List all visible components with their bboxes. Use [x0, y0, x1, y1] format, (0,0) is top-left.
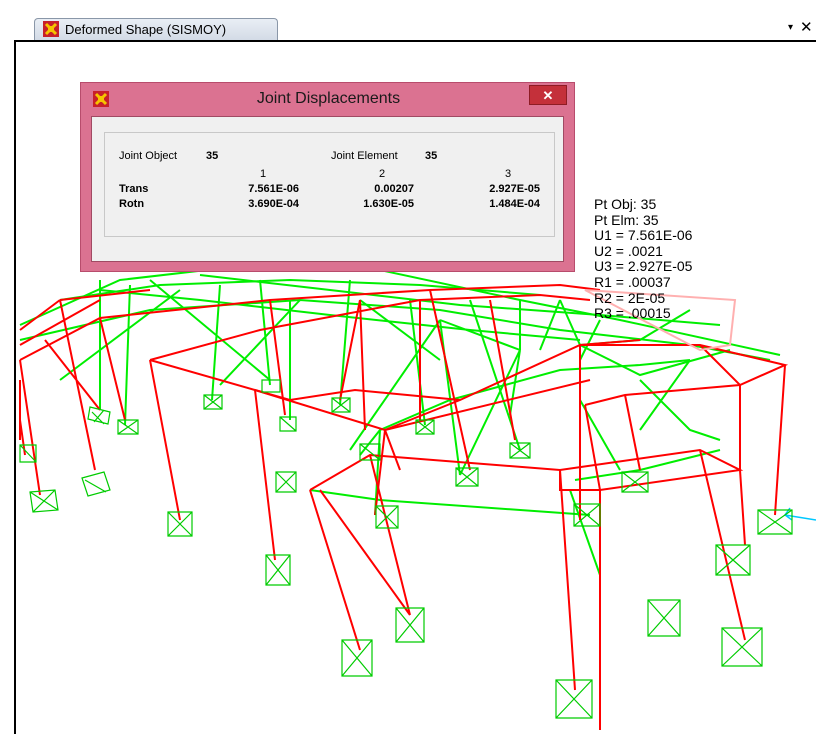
joint-displacements-dialog: Joint Displacements ✕ Joint Object 35 Jo… — [80, 82, 575, 272]
joint-element-value: 35 — [425, 150, 438, 162]
tab-label: Deformed Shape (SISMOY) — [65, 22, 227, 37]
row-label-rotn: Rotn — [119, 198, 145, 210]
tab-deformed-shape[interactable]: Deformed Shape (SISMOY) — [34, 18, 278, 40]
close-icon[interactable]: ✕ — [800, 18, 813, 36]
column-header-3: 3 — [505, 168, 512, 180]
rotn-value-1: 3.690E-04 — [248, 198, 299, 210]
readout-u3: U3 = 2.927E-05 — [594, 258, 693, 275]
rotn-value-3: 1.484E-04 — [489, 198, 540, 210]
point-info-readout: Pt Obj: 35 Pt Elm: 35 U1 = 7.561E-06 U2 … — [594, 196, 693, 322]
rotn-value-2: 1.630E-05 — [363, 198, 414, 210]
readout-u1: U1 = 7.561E-06 — [594, 227, 693, 244]
trans-value-3: 2.927E-05 — [489, 183, 540, 195]
readout-pt-elm: Pt Elm: 35 — [594, 211, 659, 228]
support-restraint-icon — [19, 379, 793, 719]
frame-members — [19, 283, 789, 730]
column-header-2: 2 — [379, 168, 386, 180]
dialog-title: Joint Displacements — [256, 90, 401, 107]
readout-r2: R2 = 2E-05 — [594, 289, 666, 306]
close-button[interactable]: ✕ — [529, 85, 567, 105]
readout-r3: R3 = .00015 — [594, 305, 671, 322]
dropdown-arrow-icon[interactable]: ▾ — [788, 22, 793, 33]
trans-value-1: 7.561E-06 — [248, 183, 299, 195]
joint-object-label: Joint Object — [119, 150, 178, 162]
readout-pt-obj: Pt Obj: 35 — [594, 196, 657, 212]
document-tab-bar: Deformed Shape (SISMOY) ▾ ✕ — [0, 0, 816, 40]
dialog-body: Joint Object 35 Joint Element 35 1 2 3 T… — [91, 116, 564, 262]
row-label-trans: Trans — [119, 183, 149, 195]
column-header-1: 1 — [260, 168, 267, 180]
joint-element-label: Joint Element — [331, 150, 398, 162]
trans-value-2: 0.00207 — [374, 183, 414, 195]
app-logo-icon — [43, 21, 59, 37]
readout-r1: R1 = .00037 — [594, 273, 671, 290]
joint-object-value: 35 — [206, 150, 219, 162]
displacement-group: Joint Object 35 Joint Element 35 1 2 3 T… — [104, 132, 555, 237]
readout-u2: U2 = .0021 — [594, 242, 663, 259]
